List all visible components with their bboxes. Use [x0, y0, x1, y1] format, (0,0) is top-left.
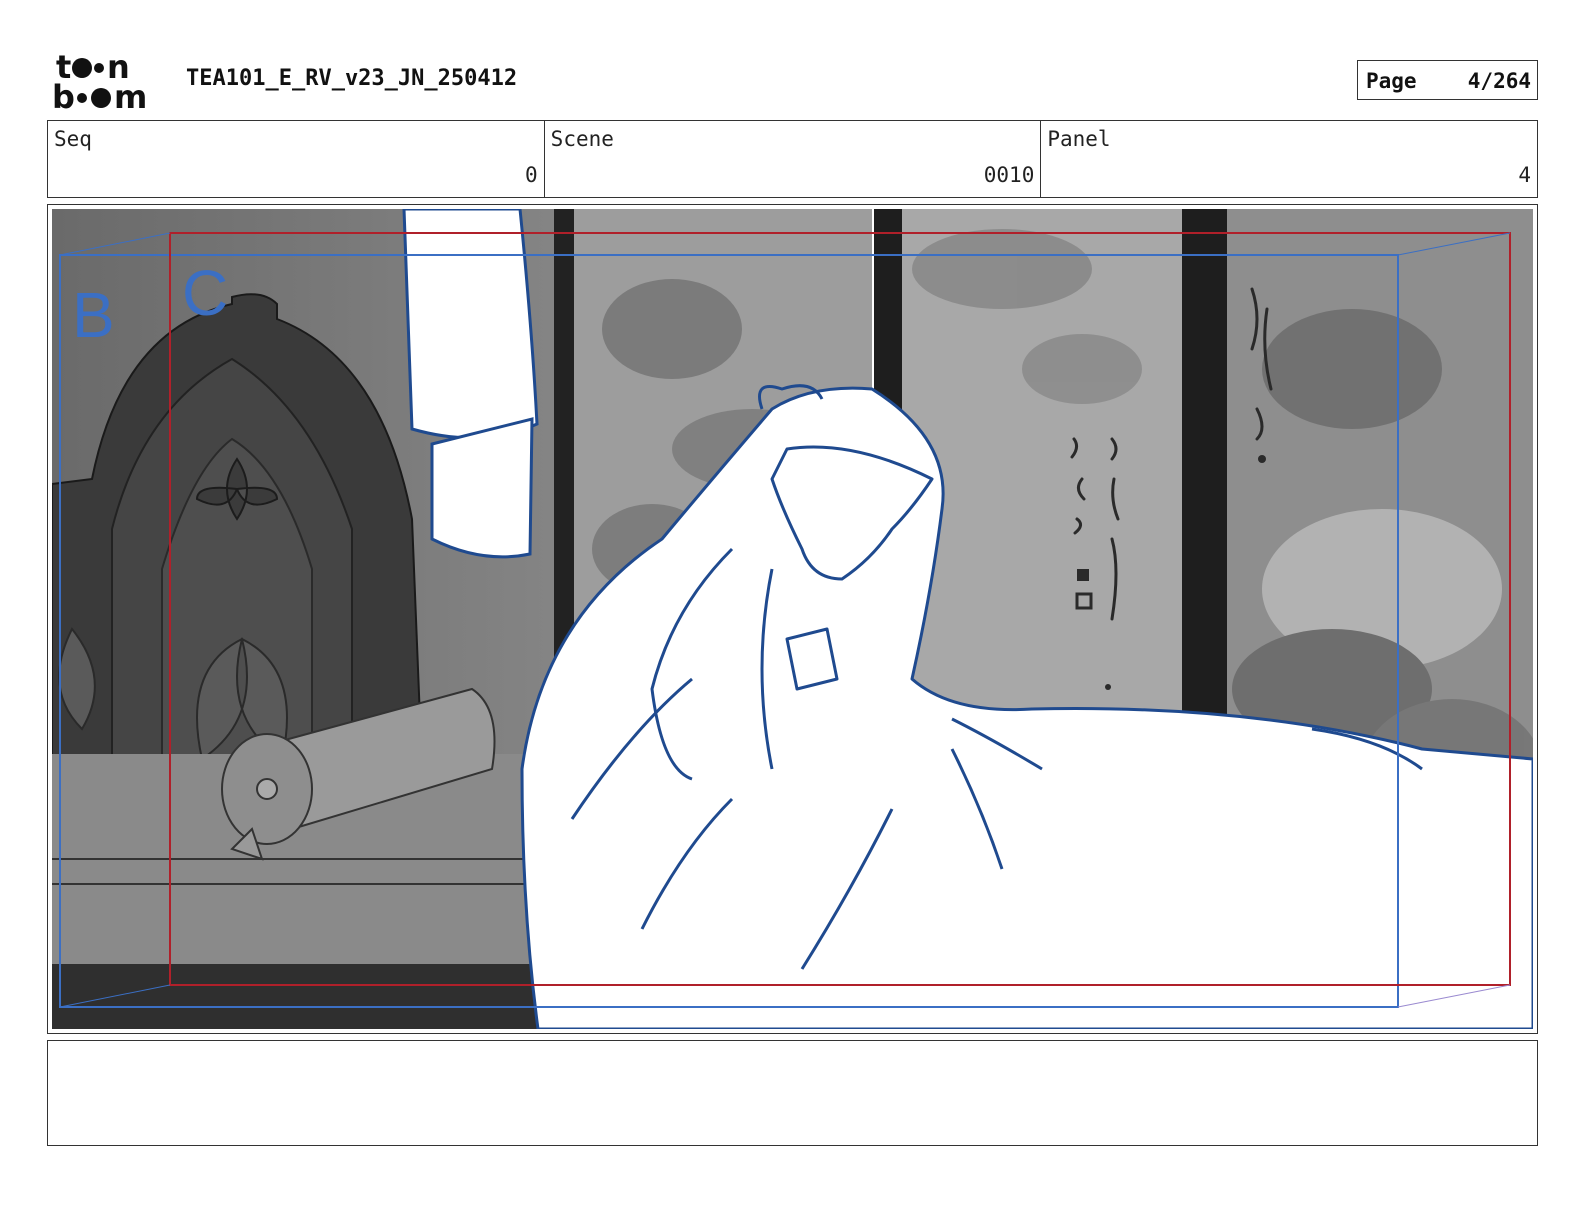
panel-cell: Panel 4: [1041, 121, 1537, 197]
scene-label: Scene: [550, 127, 614, 151]
page-number: 4/264: [1467, 69, 1531, 93]
seq-cell: Seq 0: [48, 121, 545, 197]
document-title: TEA101_E_RV_v23_JN_250412: [186, 66, 518, 91]
info-row: Seq 0 Scene 0010 Panel 4: [47, 120, 1538, 198]
page-label: Page: [1366, 69, 1417, 93]
svg-text:b: b: [52, 78, 75, 112]
svg-text:m: m: [114, 78, 147, 112]
hanging-cloth-fold: [430, 417, 534, 559]
panel-label: Panel: [1047, 127, 1111, 151]
scene-cell: Scene 0010: [545, 121, 1042, 197]
frame-label-b: B: [72, 279, 115, 351]
panel-value: 4: [1518, 163, 1532, 187]
bed-base: [52, 964, 592, 1029]
frame-label-c: C: [182, 257, 228, 329]
hanging-cloth: [402, 209, 539, 440]
notes-box: [47, 1040, 1538, 1146]
storyboard-panel: B C: [47, 204, 1538, 1034]
panel-artwork: B C: [52, 209, 1533, 1029]
seq-value: 0: [525, 163, 538, 187]
scene-value: 0010: [983, 163, 1035, 187]
seq-label: Seq: [54, 127, 92, 151]
toon-boom-logo: t n b m: [52, 50, 147, 112]
page-indicator: Page 4/264: [1357, 60, 1538, 100]
